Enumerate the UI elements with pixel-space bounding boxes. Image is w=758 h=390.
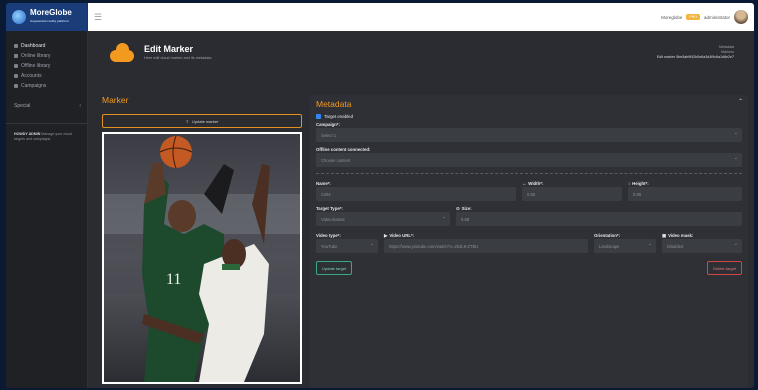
video-url-label: Video URL*:: [389, 233, 415, 238]
sidebar-item-label: Dashboard: [21, 43, 46, 49]
metadata-panel: ⌃ Metadata Target enabled Campaign*: Sel…: [310, 95, 748, 388]
collapse-caret-icon[interactable]: ⌃: [738, 98, 743, 105]
sidebar-item-accounts[interactable]: Accounts: [6, 71, 87, 81]
width-label: Width*:: [528, 181, 544, 186]
width-input[interactable]: 0.88: [522, 187, 622, 201]
avatar[interactable]: [734, 10, 748, 24]
note-title: HOWDY ADMIN: [14, 132, 41, 136]
edit-area: Marker ⇪ Update marker 11 ⌃ Metadata Tar…: [102, 95, 748, 388]
flag-icon: [14, 84, 18, 88]
sidebar-item-label: Special: [14, 103, 31, 109]
width-icon: ↔: [522, 181, 527, 186]
target-enabled-checkbox[interactable]: Target enabled: [316, 112, 742, 121]
video-mask-label: Video mask:: [668, 233, 694, 238]
brand[interactable]: MoreGlobe Augmented reality platform: [6, 3, 87, 31]
checkbox-checked-icon: [316, 114, 321, 119]
page-subtitle: Here edit cloud marker and its metadata: [144, 56, 212, 60]
campaign-select[interactable]: Select 1: [316, 128, 742, 142]
height-icon: ↕: [628, 181, 631, 186]
username-label[interactable]: Moreglobe: [661, 15, 682, 20]
metadata-title: Metadata: [316, 99, 352, 109]
sidebar-divider: [6, 123, 87, 124]
name-label: Name*:: [316, 181, 331, 186]
cloud-icon: [108, 42, 136, 62]
video-type-select[interactable]: YouTube: [316, 239, 378, 253]
user-icon: [14, 74, 18, 78]
page-header: Edit Marker Here edit cloud marker and i…: [88, 31, 754, 73]
section-divider: [316, 173, 742, 174]
topbar: ☰ Moreglobe PRO administrator: [88, 3, 754, 31]
height-label: Height*:: [632, 181, 649, 186]
main-content: Edit Marker Here edit cloud marker and i…: [88, 31, 754, 388]
video-icon: ▶: [384, 232, 388, 238]
sidebar-item-offline-library[interactable]: Offline library: [6, 61, 87, 71]
plan-badge: PRO: [686, 14, 700, 20]
folder-icon: [14, 64, 18, 68]
basketball-photo: 11: [104, 134, 300, 382]
orientation-select[interactable]: Landscape: [594, 239, 656, 253]
sidebar-item-label: Campaigns: [21, 83, 47, 89]
app-window: MoreGlobe Augmented reality platform Dash…: [6, 3, 754, 388]
mask-icon: ▣: [662, 232, 667, 238]
marker-panel: Marker ⇪ Update marker 11: [102, 95, 302, 388]
checkbox-label: Target enabled: [324, 114, 354, 119]
marker-title: Marker: [102, 95, 129, 105]
home-icon: [14, 44, 18, 48]
sidebar-note: HOWDY ADMIN Manage your cloud targets an…: [6, 132, 87, 142]
sidebar-item-special[interactable]: Special ‹: [6, 101, 87, 111]
offline-content-label: Offline content connected:: [316, 147, 371, 152]
orientation-label: Orientation*:: [594, 233, 621, 238]
video-type-label: Video type*:: [316, 233, 341, 238]
hamburger-menu-icon[interactable]: ☰: [94, 12, 102, 23]
update-marker-button[interactable]: ⇪ Update marker: [102, 114, 302, 128]
user-menu: Moreglobe PRO administrator: [661, 10, 748, 24]
sidebar-item-label: Accounts: [21, 73, 42, 79]
size-input[interactable]: 0.88: [456, 212, 742, 226]
video-mask-select[interactable]: Disabled: [662, 239, 742, 253]
breadcrumb: Metadata Markers Edit marker 5be5ab9f42b…: [657, 45, 734, 60]
campaign-label: Campaign*:: [316, 122, 340, 127]
target-type-label: Target Type*:: [316, 206, 343, 211]
upload-icon: ⇪: [185, 118, 189, 124]
globe-logo-icon: [12, 10, 26, 24]
sidebar-item-label: Online library: [21, 53, 51, 59]
size-label: Size:: [461, 206, 472, 211]
marker-image: 11: [102, 132, 302, 384]
offline-content-select[interactable]: Choose content: [316, 153, 742, 167]
brand-tagline: Augmented reality platform: [30, 19, 70, 23]
sidebar-item-dashboard[interactable]: Dashboard: [6, 41, 87, 51]
cloud-icon: [14, 54, 18, 58]
sidebar-nav: Dashboard Online library Offline library…: [6, 31, 87, 111]
size-icon: ⊙: [456, 205, 460, 211]
target-type-select[interactable]: Video-based: [316, 212, 450, 226]
page-title: Edit Marker: [144, 44, 194, 54]
sidebar-item-campaigns[interactable]: Campaigns: [6, 81, 87, 91]
chevron-right-icon: ‹: [79, 103, 81, 109]
update-target-button[interactable]: Update target: [316, 261, 353, 275]
jersey-number: 11: [166, 271, 181, 288]
sidebar-item-online-library[interactable]: Online library: [6, 51, 87, 61]
sidebar: MoreGlobe Augmented reality platform Dash…: [6, 3, 88, 388]
brand-name: MoreGlobe: [30, 8, 72, 17]
height-input[interactable]: 0.86: [628, 187, 742, 201]
button-label: Update marker: [191, 118, 219, 124]
account-label[interactable]: administrator: [704, 15, 730, 20]
breadcrumb-current: Edit marker 5be5ab9f42b0e8a3d4f9c6a1d8e2…: [656, 54, 734, 59]
video-url-input[interactable]: https://www.youtube.com/watch?v=2k3L9-ZT…: [384, 239, 588, 253]
sidebar-item-label: Offline library: [21, 63, 51, 69]
name-input[interactable]: Celts: [316, 187, 516, 201]
delete-target-button[interactable]: Delete target: [707, 261, 742, 275]
